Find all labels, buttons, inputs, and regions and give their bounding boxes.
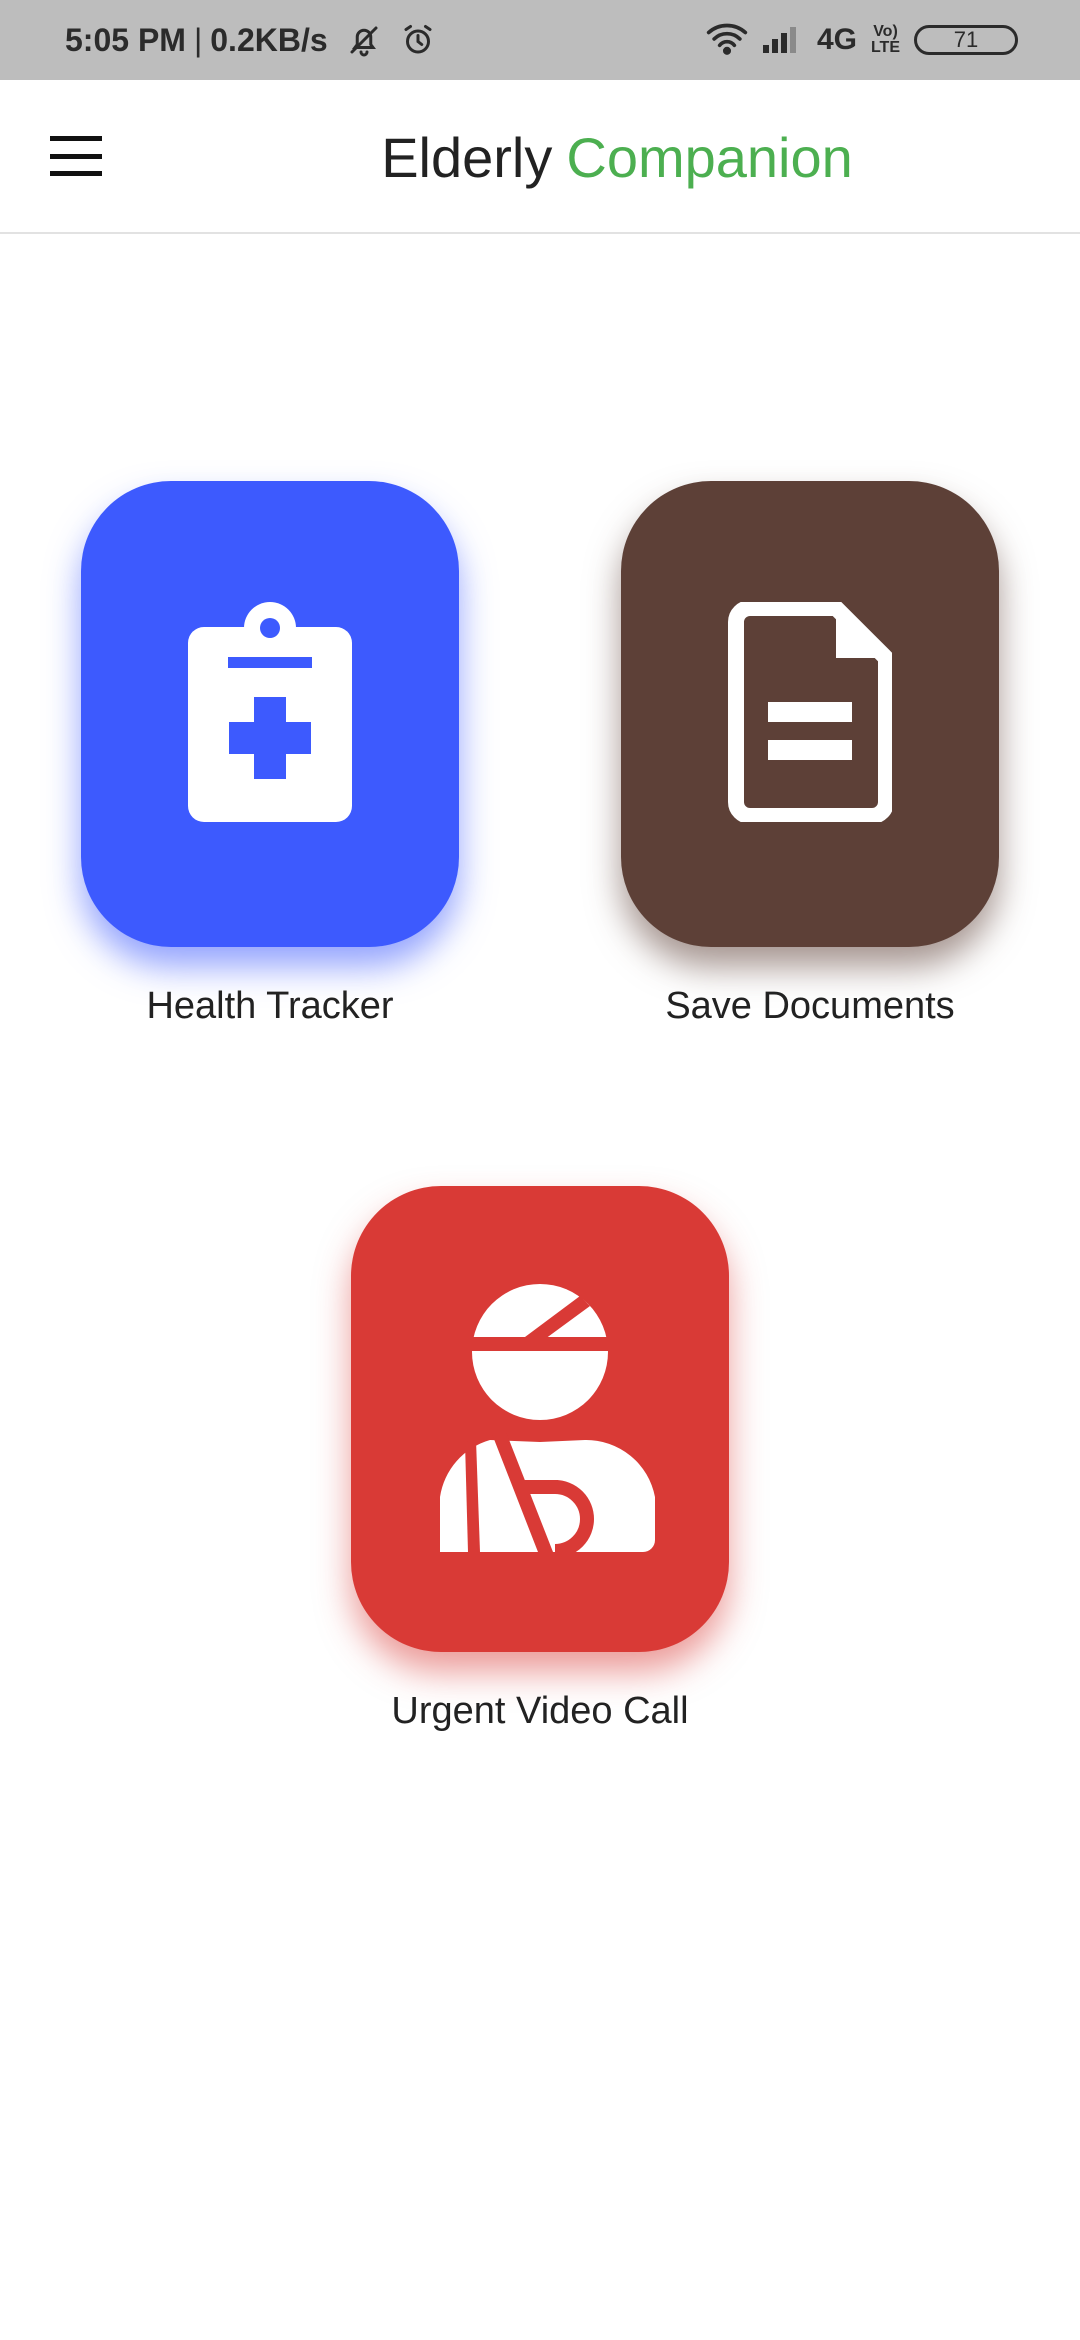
app-title: Elderly Companion (0, 80, 1080, 234)
app-title-accent: Companion (566, 125, 853, 189)
health-tracker-button[interactable] (81, 481, 459, 947)
volte-top: Vo) (873, 23, 898, 40)
status-bar: 5:05 PM | 0.2KB/s 4G Vo) LTE 71 (0, 0, 1080, 80)
document-icon (728, 599, 894, 827)
injured-person-icon (420, 1282, 660, 1558)
save-documents-button[interactable] (621, 481, 999, 947)
wifi-icon (705, 21, 749, 60)
app-title-primary: Elderly (381, 125, 553, 189)
bell-off-icon (346, 22, 382, 58)
status-time: 5:05 PM (65, 21, 186, 58)
alarm-icon (400, 22, 436, 58)
battery-indicator: 71 (914, 25, 1018, 55)
signal-icon (762, 23, 803, 58)
urgent-video-call-label: Urgent Video Call (391, 1690, 689, 1732)
save-documents-label: Save Documents (665, 985, 955, 1027)
hamburger-menu-icon[interactable] (50, 136, 102, 176)
volte-indicator: Vo) LTE (871, 24, 900, 56)
status-left: 5:05 PM | 0.2KB/s (65, 0, 436, 80)
volte-bottom: LTE (870, 39, 900, 56)
status-speed: 0.2KB/s (210, 21, 328, 58)
app-bar: Elderly Companion (0, 80, 1080, 234)
network-type: 4G (816, 23, 857, 56)
status-right: 4G Vo) LTE 71 (691, 0, 1018, 80)
health-tracker-label: Health Tracker (146, 985, 394, 1027)
clipboard-medical-icon (188, 601, 352, 827)
status-separator: | (193, 21, 203, 58)
urgent-video-call-button[interactable] (351, 1186, 729, 1652)
